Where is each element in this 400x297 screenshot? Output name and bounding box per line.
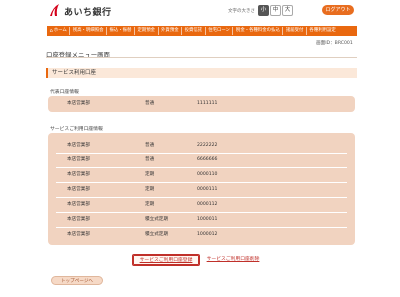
representative-account-panel: 本店営業部 普通 1111111: [48, 96, 355, 112]
table-row: 本店営業部 積立式定期 1000011: [48, 215, 355, 225]
account-type-cell: 定期: [145, 202, 155, 207]
account-number-cell: 2222222: [197, 143, 218, 148]
row-divider: [56, 227, 347, 228]
nav-item-housing-loan[interactable]: 住宅ローン: [206, 27, 234, 35]
account-number-cell: 6666666: [197, 157, 218, 162]
nav-item-tax-payment[interactable]: 税金・各種料金の払込: [233, 27, 284, 35]
section-header: サービス利用口座: [46, 68, 357, 78]
table-row: 本店営業部 普通 2222222: [48, 141, 355, 151]
header: あいち銀行 文字の大きさ 小 中 大 ログアウト: [0, 0, 400, 24]
branch-cell: 本店営業部: [67, 202, 90, 207]
row-divider: [56, 167, 347, 168]
nav-item-notifications[interactable]: 諸届受付: [283, 27, 307, 35]
row-divider: [56, 197, 347, 198]
table-row: 本店営業部 積立式定期 1000012: [48, 230, 355, 240]
account-type-cell: 積立式定期: [145, 232, 168, 237]
row-divider: [56, 182, 347, 183]
logout-button[interactable]: ログアウト: [322, 5, 354, 15]
account-type-cell: 定期: [145, 187, 155, 192]
branch-cell: 本店営業部: [67, 217, 90, 222]
service-account-label: サービスご利用口座情報: [50, 127, 103, 132]
branch-cell: 本店営業部: [67, 143, 90, 148]
register-account-button[interactable]: サービスご利用口座登録: [132, 254, 200, 266]
branch-cell: 本店営業部: [67, 187, 90, 192]
account-number-cell: 1111111: [197, 101, 218, 106]
table-row: 本店営業部 定期 0000112: [48, 200, 355, 210]
nav-item-time-deposit[interactable]: 定期預金: [135, 27, 159, 35]
branch-cell: 本店営業部: [67, 157, 90, 162]
nav-item-home[interactable]: ⌂ ホーム: [47, 27, 71, 35]
account-type-cell: 定期: [145, 172, 155, 177]
account-type-cell: 普通: [145, 101, 155, 106]
branch-cell: 本店営業部: [67, 172, 90, 177]
row-divider: [56, 212, 347, 213]
branch-cell: 本店営業部: [67, 101, 90, 106]
font-size-small-button[interactable]: 小: [258, 5, 269, 16]
nav-item-label: ホーム: [53, 28, 67, 33]
account-number-cell: 0000112: [197, 202, 218, 207]
account-number-cell: 0000111: [197, 187, 218, 192]
representative-account-label: 代表口座情報: [50, 90, 79, 95]
account-number-cell: 0000110: [197, 172, 218, 177]
nav-item-investment-trust[interactable]: 投資信託: [182, 27, 206, 35]
account-type-cell: 普通: [145, 157, 155, 162]
font-size-large-button[interactable]: 大: [282, 5, 293, 16]
nav-item-transfer[interactable]: 振込・振替: [107, 27, 135, 35]
row-divider: [56, 153, 347, 154]
home-icon: ⌂: [49, 28, 53, 34]
account-type-cell: 普通: [145, 143, 155, 148]
bank-name: あいち銀行: [64, 8, 112, 18]
top-page-button[interactable]: トップページへ: [51, 276, 103, 285]
bank-logo-icon: [50, 4, 59, 16]
screen-id: 画面ID：BRC001: [316, 41, 353, 46]
account-number-cell: 1000011: [197, 217, 218, 222]
table-row: 本店営業部 定期 0000110: [48, 170, 355, 180]
table-row: 本店営業部 普通 6666666: [48, 155, 355, 165]
table-row: 本店営業部 普通 1111111: [48, 99, 355, 109]
font-size-medium-button[interactable]: 中: [270, 5, 281, 16]
table-row: 本店営業部 定期 0000111: [48, 185, 355, 195]
nav-item-settings[interactable]: 各種利用設定: [307, 27, 338, 35]
account-type-cell: 積立式定期: [145, 217, 168, 222]
branch-cell: 本店営業部: [67, 232, 90, 237]
service-account-panel: 本店営業部 普通 2222222 本店営業部 普通 6666666 本店営業部 …: [48, 133, 355, 245]
delete-account-link[interactable]: サービスご利用口座削除: [202, 254, 264, 266]
account-number-cell: 1000012: [197, 232, 218, 237]
global-nav: ⌂ ホーム 残高・明細照会 振込・振替 定期預金 外貨預金 投資信託 住宅ローン …: [47, 26, 357, 36]
nav-item-foreign-deposit[interactable]: 外貨預金: [159, 27, 183, 35]
font-size-label: 文字の大きさ: [228, 9, 255, 14]
title-divider: [46, 57, 357, 58]
nav-item-balance[interactable]: 残高・明細照会: [70, 27, 107, 35]
